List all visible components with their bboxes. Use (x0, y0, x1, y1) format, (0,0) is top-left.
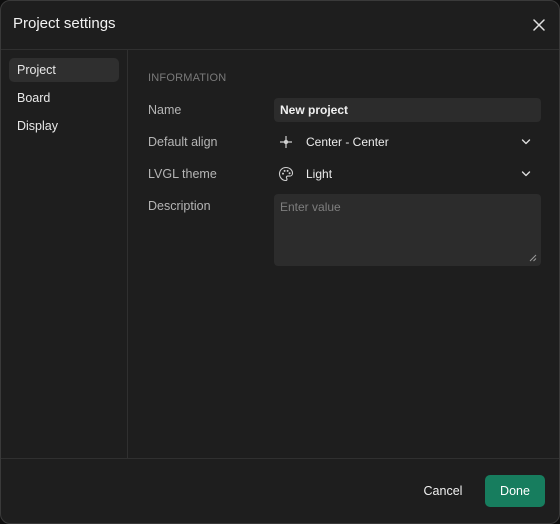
sidebar-item-board[interactable]: Board (9, 86, 119, 110)
dialog-footer: Cancel Done (1, 458, 559, 523)
default-align-label: Default align (148, 135, 218, 149)
resize-grip-icon[interactable] (529, 254, 537, 262)
name-input[interactable]: New project (274, 98, 541, 122)
close-icon (533, 19, 545, 31)
chevron-down-icon (521, 139, 531, 145)
align-center-icon (280, 136, 292, 148)
settings-content: INFORMATION Name New project Default ali… (128, 50, 559, 459)
lvgl-theme-value: Light (306, 167, 333, 181)
lvgl-theme-select[interactable]: Light (274, 162, 541, 186)
palette-icon (278, 166, 294, 182)
description-textarea[interactable]: Enter value (274, 194, 541, 266)
section-title: INFORMATION (148, 72, 227, 84)
sidebar-item-project[interactable]: Project (9, 58, 119, 82)
sidebar-item-display[interactable]: Display (9, 114, 119, 138)
lvgl-theme-label: LVGL theme (148, 167, 217, 181)
default-align-select[interactable]: Center - Center (274, 130, 541, 154)
dialog-title: Project settings (13, 15, 116, 32)
cancel-button[interactable]: Cancel (413, 478, 473, 504)
settings-sidebar: Project Board Display (1, 50, 128, 459)
close-button[interactable] (529, 15, 549, 35)
description-label: Description (148, 199, 211, 213)
name-label: Name (148, 103, 182, 117)
chevron-down-icon (521, 171, 531, 177)
done-button[interactable]: Done (485, 475, 545, 507)
project-settings-dialog: Project settings Project Board Display I… (0, 0, 560, 524)
dialog-header: Project settings (1, 1, 559, 50)
default-align-value: Center - Center (306, 135, 389, 149)
description-placeholder: Enter value (280, 200, 341, 214)
